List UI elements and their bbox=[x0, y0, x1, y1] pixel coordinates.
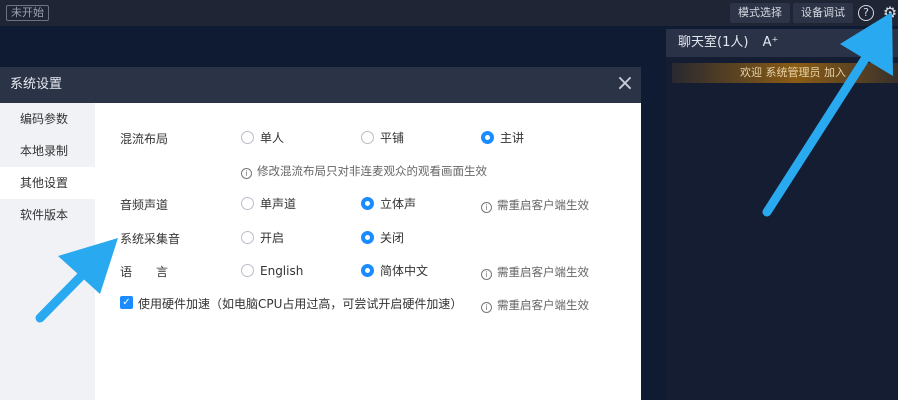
settings-body: 混流布局 单人 平铺 主讲 i 修改混流布局只对非连麦观众的观看画面生效 音频声道… bbox=[95, 103, 641, 400]
device-debug-button[interactable]: 设备调试 bbox=[793, 3, 853, 23]
mix-layout-option-single[interactable]: 单人 bbox=[241, 130, 284, 146]
radio-button[interactable] bbox=[481, 131, 494, 144]
hardware-accel-checkbox[interactable]: ✓ bbox=[120, 296, 133, 309]
info-icon: i bbox=[241, 168, 252, 179]
mix-layout-hint: i 修改混流布局只对非连麦观众的观看画面生效 bbox=[241, 163, 487, 179]
language-label: 语 言 bbox=[120, 265, 169, 279]
audio-channel-option-stereo[interactable]: 立体声 bbox=[361, 196, 416, 212]
dialog-header: 系统设置 × bbox=[0, 67, 641, 103]
radio-button[interactable] bbox=[361, 131, 374, 144]
system-audio-option-off[interactable]: 关闭 bbox=[361, 230, 404, 246]
mix-layout-label: 混流布局 bbox=[120, 132, 169, 146]
language-hint: i 需重启客户端生效 bbox=[481, 264, 589, 280]
settings-gear-icon[interactable]: ⚙ bbox=[882, 5, 898, 21]
chat-header: 聊天室(1人) A⁺ bbox=[666, 29, 898, 57]
language-option-chinese[interactable]: 简体中文 bbox=[361, 263, 428, 279]
chat-title: 聊天室(1人) bbox=[678, 35, 749, 50]
settings-dialog: 系统设置 × 编码参数 本地录制 其他设置 软件版本 混流布局 单人 平铺 主讲… bbox=[0, 67, 641, 400]
radio-button[interactable] bbox=[241, 131, 254, 144]
radio-button[interactable] bbox=[361, 197, 374, 210]
nav-item-local-recording[interactable]: 本地录制 bbox=[0, 135, 95, 167]
dialog-title: 系统设置 bbox=[10, 77, 63, 92]
system-audio-option-on[interactable]: 开启 bbox=[241, 230, 284, 246]
radio-button[interactable] bbox=[361, 231, 374, 244]
audio-channel-option-mono[interactable]: 单声道 bbox=[241, 196, 296, 212]
font-size-icon[interactable]: A⁺ bbox=[763, 35, 779, 50]
radio-button[interactable] bbox=[361, 264, 374, 277]
nav-item-other-settings[interactable]: 其他设置 bbox=[0, 167, 95, 199]
help-icon[interactable]: ? bbox=[858, 5, 874, 21]
nav-item-software-version[interactable]: 软件版本 bbox=[0, 199, 95, 231]
mode-select-button[interactable]: 模式选择 bbox=[730, 3, 790, 23]
top-bar: 未开始 模式选择 设备调试 ? ⚙ bbox=[0, 0, 898, 26]
radio-button[interactable] bbox=[241, 197, 254, 210]
hardware-accel-label[interactable]: 使用硬件加速（如电脑CPU占用过高，可尝试开启硬件加速） bbox=[138, 295, 462, 312]
nav-item-encoding[interactable]: 编码参数 bbox=[0, 103, 95, 135]
welcome-message: 欢迎 系统管理员 加入 bbox=[672, 63, 898, 83]
chat-panel: 聊天室(1人) A⁺ 欢迎 系统管理员 加入 bbox=[666, 29, 898, 400]
info-icon: i bbox=[481, 269, 492, 280]
audio-channel-hint: i 需重启客户端生效 bbox=[481, 197, 589, 213]
system-audio-label: 系统采集音 bbox=[120, 232, 181, 246]
radio-button[interactable] bbox=[241, 264, 254, 277]
mix-layout-option-presenter[interactable]: 主讲 bbox=[481, 130, 524, 146]
status-badge: 未开始 bbox=[6, 5, 49, 21]
hardware-accel-hint: i 需重启客户端生效 bbox=[481, 297, 589, 313]
language-option-english[interactable]: English bbox=[241, 263, 303, 279]
info-icon: i bbox=[481, 302, 492, 313]
mix-layout-option-tile[interactable]: 平铺 bbox=[361, 130, 404, 146]
info-icon: i bbox=[481, 202, 492, 213]
radio-button[interactable] bbox=[241, 231, 254, 244]
settings-sidebar: 编码参数 本地录制 其他设置 软件版本 bbox=[0, 103, 95, 400]
audio-channel-label: 音频声道 bbox=[120, 198, 169, 212]
close-icon[interactable]: × bbox=[615, 73, 635, 95]
